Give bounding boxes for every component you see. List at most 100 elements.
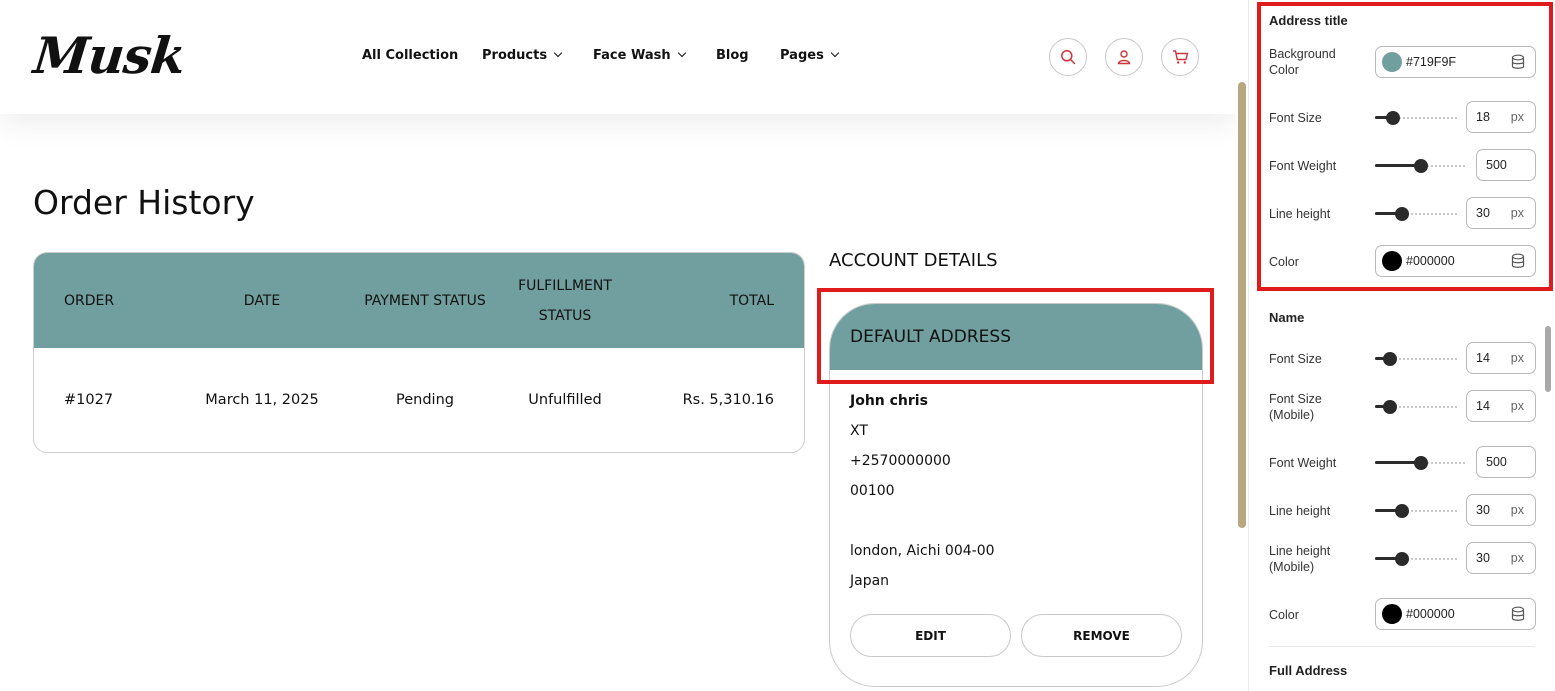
name-font-size-input[interactable]: 14 px: [1466, 342, 1536, 374]
nav-pages[interactable]: Pages: [780, 48, 840, 63]
chevron-down-icon: [677, 48, 686, 58]
order-date: March 11, 2025: [205, 392, 319, 408]
line-height-mobile-label: Line height (Mobile): [1269, 544, 1331, 574]
background-color-picker[interactable]: #719F9F: [1375, 46, 1536, 78]
font-weight-value: 500: [1486, 158, 1507, 172]
payment-status: Pending: [396, 392, 454, 408]
color-swatch[interactable]: [1382, 52, 1402, 72]
nav-label: Face Wash: [593, 48, 671, 63]
column-header-payment-status: PAYMENT STATUS: [364, 292, 486, 309]
font-weight-label: Font Weight: [1269, 456, 1337, 470]
line-height-input[interactable]: 30 px: [1466, 197, 1536, 229]
color-hex: #000000: [1406, 607, 1455, 621]
color-hex: #000000: [1406, 254, 1455, 268]
column-header-fulfillment-status: FULFILLMENT STATUS: [518, 277, 612, 324]
address-name: John chris: [850, 393, 928, 409]
name-font-size-mobile-slider[interactable]: [1375, 400, 1457, 414]
name-font-size-mobile-input[interactable]: 14 px: [1466, 390, 1536, 422]
logo[interactable]: Musk: [31, 26, 188, 85]
line-height-value: 30: [1476, 503, 1490, 517]
font-weight-slider[interactable]: [1375, 159, 1467, 173]
column-header-order: ORDER: [64, 292, 115, 309]
name-line-height-slider[interactable]: [1375, 504, 1457, 518]
font-weight-input[interactable]: 500: [1476, 149, 1536, 181]
name-line-height-input[interactable]: 30 px: [1466, 494, 1536, 526]
address-title[interactable]: DEFAULT ADDRESS: [830, 304, 1202, 370]
search-button[interactable]: [1049, 38, 1087, 76]
unit-label: px: [1510, 351, 1524, 365]
column-header-total: TOTAL: [729, 292, 774, 309]
address-city: london, Aichi 004-00: [850, 543, 995, 559]
name-font-size-slider[interactable]: [1375, 352, 1457, 366]
line-height-mobile-value: 30: [1476, 551, 1490, 565]
search-icon: [1061, 50, 1076, 65]
remove-address-button[interactable]: REMOVE: [1021, 614, 1182, 657]
order-history-table: ORDER DATE PAYMENT STATUS FULFILLMENT ST…: [33, 252, 805, 453]
font-size-label: Font Size: [1269, 111, 1322, 125]
order-number-link[interactable]: #1027: [64, 348, 174, 452]
name-color-picker[interactable]: #000000: [1375, 598, 1536, 630]
database-icon[interactable]: [1511, 253, 1525, 269]
color-swatch[interactable]: [1382, 604, 1402, 624]
slider-handle[interactable]: [1414, 456, 1428, 470]
section-title-name: Name: [1269, 310, 1305, 325]
page-title: Order History: [33, 183, 255, 222]
slider-handle[interactable]: [1395, 207, 1409, 221]
nav-all-collection[interactable]: All Collection: [362, 48, 458, 63]
address-line: XT: [850, 423, 868, 439]
database-icon[interactable]: [1511, 54, 1525, 70]
text-color-picker[interactable]: #000000: [1375, 245, 1536, 277]
column-header-date: DATE: [243, 292, 281, 309]
font-size-input[interactable]: 18 px: [1466, 101, 1536, 133]
slider-handle[interactable]: [1395, 504, 1409, 518]
preview-scrollbar[interactable]: [1238, 82, 1246, 528]
unit-label: px: [1510, 503, 1524, 517]
table-header: ORDER DATE PAYMENT STATUS FULFILLMENT ST…: [34, 253, 804, 348]
panel-scrollbar[interactable]: [1545, 326, 1551, 392]
nav-blog[interactable]: Blog: [716, 48, 749, 63]
color-label: Color: [1269, 608, 1299, 622]
account-details-title: ACCOUNT DETAILS: [829, 250, 998, 271]
name-line-height-mobile-input[interactable]: 30 px: [1466, 542, 1536, 574]
font-size-mobile-label: Font Size (Mobile): [1269, 392, 1322, 422]
color-label: Color: [1269, 255, 1299, 269]
slider-handle[interactable]: [1414, 159, 1428, 173]
settings-panel: Address title Background Color #719F9F F…: [1248, 0, 1555, 691]
line-height-value: 30: [1476, 206, 1490, 220]
nav-face-wash[interactable]: Face Wash: [593, 48, 686, 63]
font-weight-value: 500: [1486, 455, 1507, 469]
slider-handle[interactable]: [1383, 400, 1397, 414]
line-height-label: Line height: [1269, 207, 1331, 221]
edit-address-button[interactable]: EDIT: [850, 614, 1011, 657]
address-phone: +2570000000: [850, 453, 951, 469]
name-font-weight-input[interactable]: 500: [1476, 446, 1536, 478]
font-weight-label: Font Weight: [1269, 159, 1337, 173]
cart-button[interactable]: [1161, 38, 1199, 76]
unit-label: px: [1510, 206, 1524, 220]
line-height-slider[interactable]: [1375, 207, 1457, 221]
slider-handle[interactable]: [1386, 111, 1400, 125]
name-font-weight-slider[interactable]: [1375, 456, 1467, 470]
user-icon: [1117, 50, 1131, 65]
account-button[interactable]: [1105, 38, 1143, 76]
slider-handle[interactable]: [1395, 552, 1409, 566]
name-line-height-mobile-slider[interactable]: [1375, 552, 1457, 566]
font-size-mobile-value: 14: [1476, 399, 1490, 413]
color-hex: #719F9F: [1406, 55, 1457, 69]
font-size-value: 14: [1476, 351, 1490, 365]
color-swatch[interactable]: [1382, 251, 1402, 271]
cart-icon: [1172, 50, 1188, 64]
nav-label: Products: [482, 48, 548, 63]
address-postcode: 00100: [850, 483, 895, 499]
unit-label: px: [1510, 399, 1524, 413]
database-icon[interactable]: [1511, 606, 1525, 622]
nav-label: Pages: [780, 48, 824, 63]
store-preview: Musk All Collection Products Face Wash B…: [0, 0, 1236, 691]
font-size-slider[interactable]: [1375, 111, 1457, 125]
font-size-value: 18: [1476, 110, 1490, 124]
font-size-label: Font Size: [1269, 352, 1322, 366]
nav-products[interactable]: Products: [482, 48, 563, 63]
slider-handle[interactable]: [1383, 352, 1397, 366]
section-title-full-address: Full Address: [1269, 663, 1348, 678]
section-title-address-title: Address title: [1269, 13, 1348, 28]
